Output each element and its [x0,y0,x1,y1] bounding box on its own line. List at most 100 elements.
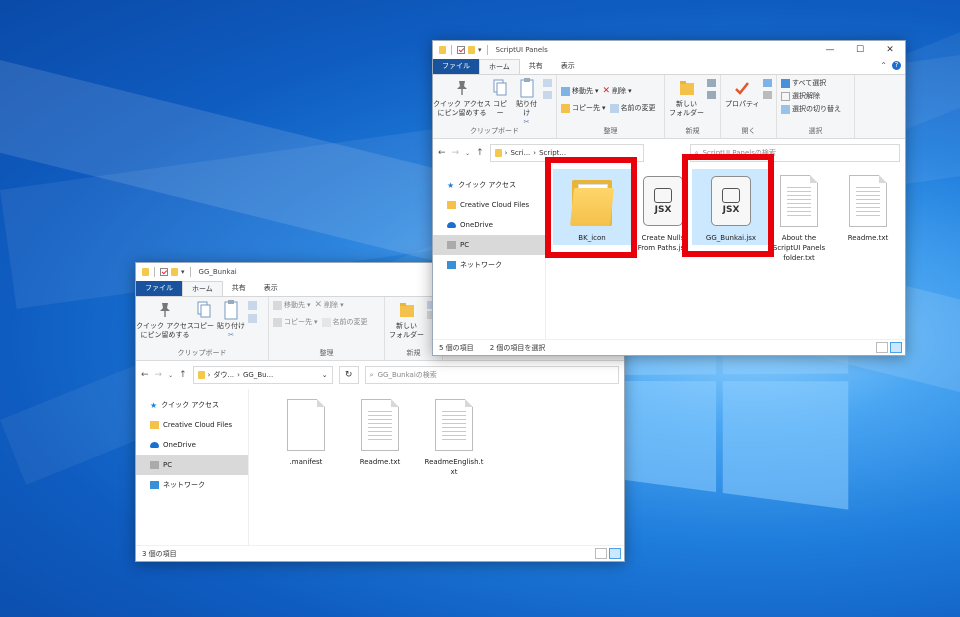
delete-button[interactable]: ✕ 削除 ▾ [315,299,344,312]
folder-icon [439,46,446,54]
move-to-button[interactable]: 移動先 ▾ [561,85,599,98]
rename-button[interactable]: 名前の変更 [610,102,656,115]
nav-item-quick-access[interactable]: ★ クイック アクセス [433,175,545,195]
up-arrow-icon[interactable]: ↑ [179,370,187,380]
copy-icon [197,301,211,319]
history-icon[interactable] [763,91,772,99]
file-manifest[interactable]: .manifest [267,393,345,467]
new-folder-icon [399,302,415,318]
large-icons-view-icon[interactable] [890,342,902,353]
recent-dropdown-icon[interactable]: ⌄ [168,372,173,379]
paste-button[interactable]: 貼り付け ✂ [513,77,540,127]
invert-selection-icon [781,105,790,114]
back-arrow-icon[interactable]: ← [438,148,446,158]
copy-path-icon[interactable] [543,91,552,99]
select-none-button[interactable]: 選択解除 [781,90,820,103]
explorer-window-scriptui-panels[interactable]: ▾ ScriptUI Panels — ☐ ✕ ファイル ホーム 共有 表示 ⌃… [432,40,906,356]
breadcrumb-segment[interactable]: Script... [539,149,566,157]
address-bar[interactable]: › ダウ... › GG_Bu... ⌄ [193,366,333,384]
maximize-icon[interactable]: ☐ [845,41,875,59]
properties-check-icon[interactable] [160,268,168,276]
recent-dropdown-icon[interactable]: ⌄ [465,150,470,157]
properties-check-icon[interactable] [457,46,465,54]
nav-item-network[interactable]: ネットワーク [433,255,545,275]
tab-home[interactable]: ホーム [182,281,223,296]
details-view-icon[interactable] [876,342,888,353]
move-to-button[interactable]: 移動先 ▾ [273,299,311,312]
tab-view[interactable]: 表示 [552,59,584,74]
delete-x-icon: ✕ [315,299,323,312]
status-bar: 3 個の項目 [136,545,624,561]
tab-file[interactable]: ファイル [433,59,479,74]
copy-to-button[interactable]: コピー先 ▾ [561,102,606,115]
address-dropdown-icon[interactable]: ⌄ [322,371,328,379]
file-readme[interactable]: Readme.txt [829,169,906,243]
breadcrumb-segment[interactable]: Scri... [510,149,530,157]
tab-file[interactable]: ファイル [136,281,182,296]
tab-home[interactable]: ホーム [479,59,520,74]
delete-button[interactable]: ✕ 削除 ▾ [603,85,632,98]
up-arrow-icon[interactable]: ↑ [476,148,484,158]
new-folder-icon[interactable] [171,268,178,276]
breadcrumb-segment[interactable]: GG_Bu... [243,371,273,379]
search-box[interactable]: ⌕ GG_Bunkaiの検索 [365,366,619,384]
title-bar[interactable]: ▾ ScriptUI Panels — ☐ ✕ [433,41,905,59]
minimize-icon[interactable]: — [815,41,845,59]
back-arrow-icon[interactable]: ← [141,370,149,380]
scissors-icon[interactable]: ✂ [228,331,234,340]
open-icon[interactable] [763,79,772,87]
properties-button[interactable]: プロパティ [725,77,760,109]
help-icon[interactable]: ? [892,61,901,70]
highlight-box-gg-bunkai [682,154,774,257]
file-list: BK_icon JSX Create Nulls From Paths.jsx … [546,169,905,339]
cut-icon[interactable] [543,79,552,87]
new-folder-button[interactable]: 新しい フォルダー [389,299,424,340]
organize-group: 移動先 ▾ ✕ 削除 ▾ コピー先 ▾ 名前の変更 整理 [557,75,665,138]
collapse-ribbon-icon[interactable]: ⌃ [880,61,887,70]
search-icon: ⌕ [370,371,374,380]
cut-icon[interactable] [248,301,257,310]
clipboard-icon [520,78,534,98]
new-folder-button[interactable]: 新しい フォルダー [669,77,704,118]
copy-button[interactable]: コピー [490,77,510,118]
rename-button[interactable]: 名前の変更 [322,316,368,329]
new-group: 新しい フォルダー 新規 [665,75,721,138]
nav-item-creative-cloud[interactable]: Creative Cloud Files [136,415,248,435]
close-icon[interactable]: ✕ [875,41,905,59]
details-view-icon[interactable] [595,548,607,559]
nav-item-network[interactable]: ネットワーク [136,475,248,495]
nav-item-onedrive[interactable]: OneDrive [136,435,248,455]
invert-selection-button[interactable]: 選択の切り替え [781,103,841,116]
search-placeholder: GG_Bunkaiの検索 [378,370,437,380]
clipboard-group: クイック アクセス にピン留めする コピー 貼り付け ✂ クリップボード [136,297,269,360]
nav-item-pc[interactable]: PC [136,455,248,475]
paste-button[interactable]: 貼り付け ✂ [217,299,245,340]
copy-to-button[interactable]: コピー先 ▾ [273,316,318,329]
forward-arrow-icon[interactable]: → [452,148,460,158]
qat-dropdown-icon[interactable]: ▾ [181,268,185,276]
forward-arrow-icon[interactable]: → [155,370,163,380]
copy-button[interactable]: コピー [193,299,214,331]
refresh-button[interactable]: ↻ [339,366,359,384]
new-folder-icon[interactable] [468,46,475,54]
breadcrumb-segment[interactable]: ダウ... [213,370,234,380]
copy-path-icon[interactable] [248,314,257,323]
file-readme-english[interactable]: ReadmeEnglish.t xt [415,393,493,477]
tab-view[interactable]: 表示 [255,281,287,296]
nav-item-quick-access[interactable]: ★ クイック アクセス [136,395,248,415]
text-file-icon [435,399,473,451]
file-readme[interactable]: Readme.txt [341,393,419,467]
nav-item-creative-cloud[interactable]: Creative Cloud Files [433,195,545,215]
nav-item-onedrive[interactable]: OneDrive [433,215,545,235]
new-item-icon[interactable] [707,79,716,87]
pin-quick-access-button[interactable]: クイック アクセス にピン留めする [437,77,487,118]
tab-share[interactable]: 共有 [223,281,255,296]
nav-item-pc[interactable]: PC [433,235,545,255]
large-icons-view-icon[interactable] [609,548,621,559]
select-all-button[interactable]: すべて選択 [781,77,826,90]
tab-share[interactable]: 共有 [520,59,552,74]
easy-access-icon[interactable] [707,91,716,99]
qat-dropdown-icon[interactable]: ▾ [478,46,482,54]
pin-quick-access-button[interactable]: クイック アクセス にピン留めする [140,299,190,340]
jsx-script-icon: JSX [643,176,683,226]
